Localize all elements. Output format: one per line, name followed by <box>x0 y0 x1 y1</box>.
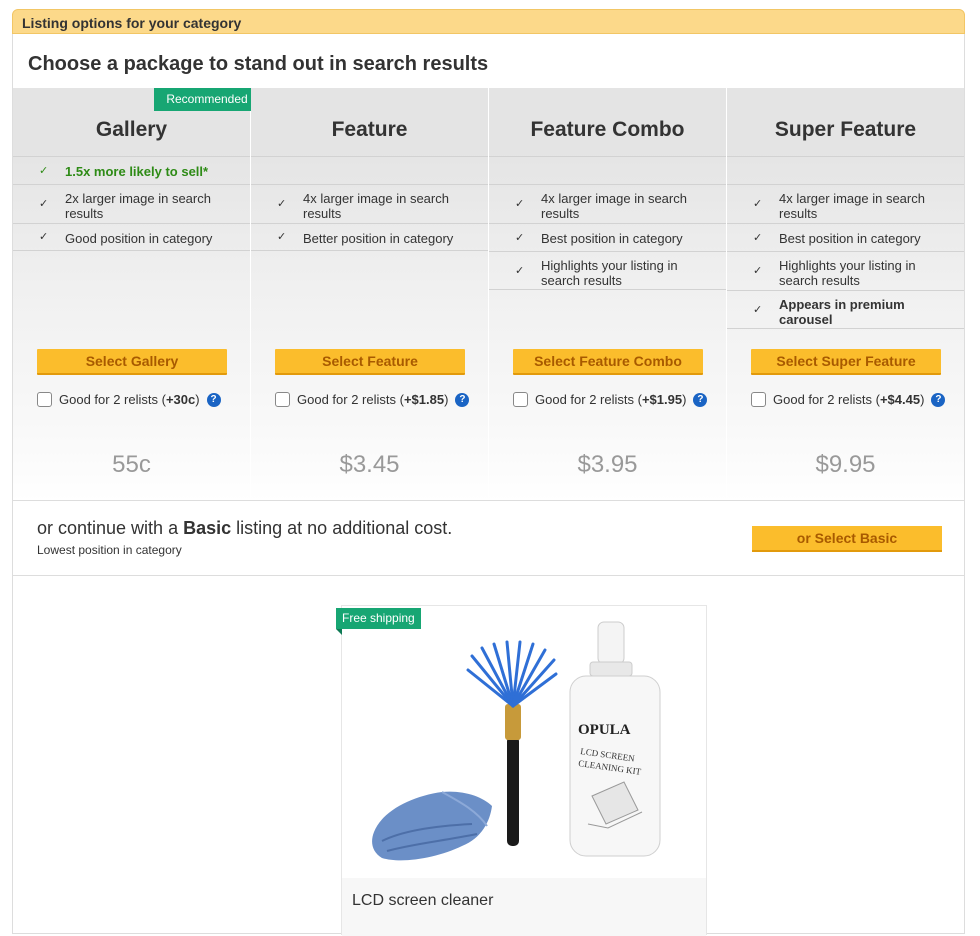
feature-item: ✓ Highlights your listing in search resu… <box>489 251 726 290</box>
select-feature-button[interactable]: Select Feature <box>275 349 465 375</box>
relist-option: Good for 2 relists (+$4.45) ? <box>751 392 946 407</box>
feature-item: ✓ Highlights your listing in search resu… <box>727 251 964 290</box>
relist-checkbox[interactable] <box>751 392 766 407</box>
free-shipping-badge: Free shipping <box>336 608 421 635</box>
listing-options-panel: Choose a package to stand out in search … <box>12 34 965 936</box>
check-icon: ✓ <box>753 198 763 210</box>
basic-option-subtext: Lowest position in category <box>37 543 182 557</box>
feature-list: ✓ 4x larger image in search results ✓ Be… <box>489 156 726 290</box>
package-feature-combo: Feature Combo ✓ 4x larger image in searc… <box>489 88 726 501</box>
feature-item: ✓ 2x larger image in search results <box>13 184 250 223</box>
check-icon: ✓ <box>753 265 763 277</box>
package-title: Super Feature <box>774 118 917 141</box>
check-icon: ✓ <box>39 198 49 210</box>
package-gallery: Recommended Gallery ✓ 1.5x more likely t… <box>13 88 260 501</box>
card-footer: LCD screen cleaner <box>342 878 706 936</box>
help-icon[interactable]: ? <box>693 392 708 407</box>
feature-item: ✓ 4x larger image in search results <box>251 184 488 223</box>
relist-option: Good for 2 relists (+$1.85) ? <box>275 392 470 407</box>
check-icon: ✓ <box>753 303 763 316</box>
check-icon: ✓ <box>277 198 287 210</box>
package-price: $3.45 <box>339 451 400 478</box>
check-icon: ✓ <box>515 264 525 277</box>
feature-list: ✓ 4x larger image in search results ✓ Be… <box>727 156 964 329</box>
feature-item: ✓ 4x larger image in search results <box>727 184 964 223</box>
package-super-feature: Super Feature ✓ 4x larger image in searc… <box>727 88 964 501</box>
feature-item: ✓ Good position in category <box>13 223 250 251</box>
select-basic-button[interactable]: or Select Basic <box>752 526 942 552</box>
package-title: Feature Combo <box>530 118 685 141</box>
feature-list: ✓ 1.5x more likely to sell* ✓ 2x larger … <box>13 156 250 251</box>
section-header: Listing options for your category <box>12 9 965 34</box>
select-gallery-button[interactable]: Select Gallery <box>37 349 227 375</box>
package-heading: Choose a package to stand out in search … <box>28 53 489 75</box>
feature-spacer <box>727 156 964 184</box>
divider <box>13 575 964 576</box>
check-icon: ✓ <box>39 164 49 177</box>
package-title: Gallery <box>95 118 168 141</box>
listing-preview-card[interactable]: OPULA LCD SCREEN CLEANING KIT Free shipp… <box>336 605 707 936</box>
help-icon[interactable]: ? <box>206 392 221 407</box>
relist-checkbox[interactable] <box>37 392 52 407</box>
check-icon: ✓ <box>515 231 525 244</box>
feature-item: ✓ Better position in category <box>251 223 488 251</box>
package-price: 55c <box>112 451 151 478</box>
feature-spacer <box>251 156 488 184</box>
package-price: $3.95 <box>577 451 638 478</box>
product-illustration: OPULA LCD SCREEN CLEANING KIT <box>372 621 661 861</box>
check-icon: ✓ <box>39 231 49 243</box>
package-price: $9.95 <box>815 451 876 478</box>
listing-title: LCD screen cleaner <box>352 892 494 909</box>
relist-checkbox[interactable] <box>275 392 290 407</box>
help-icon[interactable]: ? <box>455 392 470 407</box>
select-feature-combo-button[interactable]: Select Feature Combo <box>513 349 703 375</box>
feature-item: ✓ 1.5x more likely to sell* <box>13 156 250 184</box>
help-icon[interactable]: ? <box>931 392 946 407</box>
package-feature: Feature ✓ 4x larger image in search resu… <box>251 88 488 501</box>
feature-list: ✓ 4x larger image in search results ✓ Be… <box>251 156 488 251</box>
package-columns: Recommended Gallery ✓ 1.5x more likely t… <box>13 88 964 501</box>
basic-option-text: or continue with a Basic listing at no a… <box>37 518 453 538</box>
feature-item: ✓ Best position in category <box>727 223 964 251</box>
divider <box>13 500 964 501</box>
section-header-title: Listing options for your category <box>22 15 242 31</box>
check-icon: ✓ <box>277 231 287 243</box>
check-icon: ✓ <box>753 231 763 244</box>
feature-item: ✓ Best position in category <box>489 223 726 251</box>
feature-spacer <box>489 156 726 184</box>
feature-item: ✓ Appears in premium carousel <box>727 290 964 329</box>
relist-option: Good for 2 relists (+$1.95) ? <box>513 392 708 407</box>
recommended-badge: Recommended <box>154 88 260 117</box>
relist-checkbox[interactable] <box>513 392 528 407</box>
feature-item: ✓ 4x larger image in search results <box>489 184 726 223</box>
package-title: Feature <box>331 118 408 141</box>
product-image: OPULA LCD SCREEN CLEANING KIT Free shipp… <box>336 606 706 878</box>
check-icon: ✓ <box>515 198 525 210</box>
relist-option: Good for 2 relists (+30c) ? <box>37 392 221 407</box>
select-super-feature-button[interactable]: Select Super Feature <box>751 349 941 375</box>
bottle-brand-text: OPULA <box>578 722 631 738</box>
